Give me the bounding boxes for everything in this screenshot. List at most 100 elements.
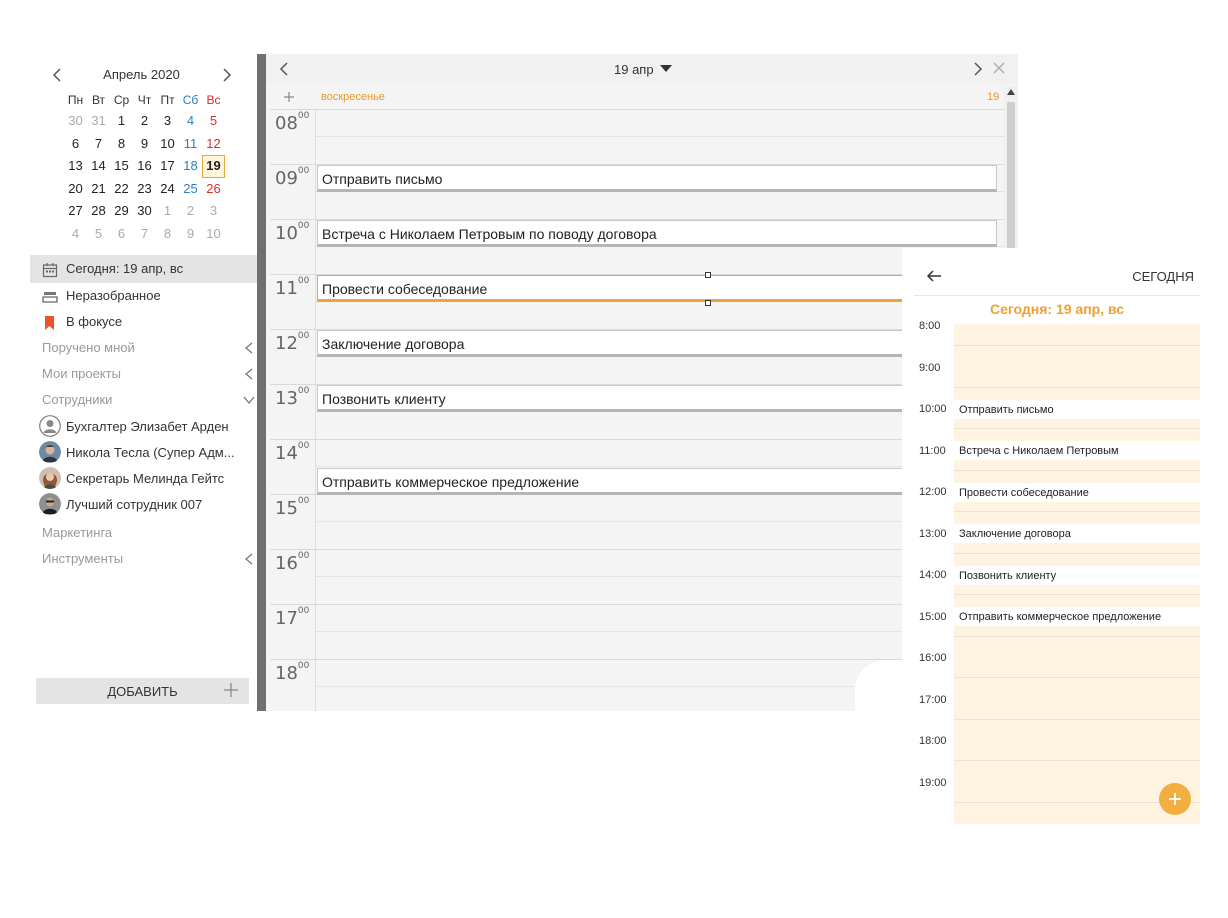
sidebar-item-marketing[interactable]: Маркетинга — [30, 520, 257, 546]
calendar-day[interactable]: 3 — [156, 110, 179, 133]
sidebar-item-employee[interactable]: Никола Тесла (Супер Адм... — [30, 440, 257, 466]
event-card[interactable]: Заключение договора — [317, 330, 997, 357]
event-title: Позвонить клиенту — [959, 569, 1057, 582]
calendar-day[interactable]: 2 — [179, 200, 202, 223]
hour-label: 10:00 — [919, 403, 947, 415]
sidebar-item-inbox[interactable]: Неразобранное — [30, 283, 257, 309]
calendar-day[interactable]: 8 — [110, 133, 133, 156]
calendar-day[interactable]: 24 — [156, 178, 179, 201]
calendar-day[interactable]: 1 — [156, 200, 179, 223]
event-card[interactable]: Отправить коммерческое предложение — [317, 467, 997, 495]
chevron-right-icon[interactable] — [970, 62, 984, 76]
day-view-date[interactable]: 19 апр — [614, 62, 654, 77]
calendar-day[interactable]: 28 — [87, 200, 110, 223]
event-card[interactable]: Заключение договора — [954, 524, 1200, 543]
calendar-day[interactable]: 30 — [133, 200, 156, 223]
hour-label: 0900 — [275, 166, 309, 189]
sidebar-item-focus[interactable]: В фокусе — [30, 309, 257, 335]
arrow-left-icon[interactable] — [926, 268, 942, 284]
calendar-day[interactable]: 7 — [87, 133, 110, 156]
add-fab-button[interactable] — [1159, 783, 1191, 815]
calendar-day[interactable]: 9 — [179, 223, 202, 246]
event-card[interactable]: Позвонить клиенту — [317, 385, 997, 412]
calendar-day[interactable]: 15 — [110, 155, 133, 178]
calendar-day[interactable]: 13 — [64, 155, 87, 178]
calendar-day[interactable]: 29 — [110, 200, 133, 223]
sidebar-item-employee[interactable]: Лучший сотрудник 007 — [30, 492, 257, 518]
calendar-day[interactable]: 5 — [87, 223, 110, 246]
caret-down-icon[interactable] — [660, 65, 672, 73]
hour-value: 17 — [275, 608, 298, 629]
calendar-day[interactable]: 18 — [179, 155, 202, 178]
mini-calendar-title: Апрель 2020 — [103, 67, 180, 82]
calendar-day[interactable]: 10 — [202, 223, 225, 246]
minute-value: 00 — [297, 221, 310, 231]
plus-icon[interactable] — [282, 90, 296, 104]
calendar-day[interactable]: 6 — [64, 133, 87, 156]
panel-divider[interactable] — [257, 54, 266, 711]
chevron-left-icon[interactable] — [243, 367, 255, 381]
calendar-day[interactable]: 31 — [87, 110, 110, 133]
calendar-day[interactable]: 3 — [202, 200, 225, 223]
event-card[interactable]: Отправить коммерческое предложение — [954, 607, 1200, 626]
add-button[interactable]: ДОБАВИТЬ — [36, 678, 249, 704]
chevron-right-icon[interactable] — [220, 66, 234, 84]
event-card[interactable]: Отправить письмо — [954, 399, 1200, 419]
sidebar-item-tools[interactable]: Инструменты — [30, 546, 257, 572]
calendar-day[interactable]: 9 — [133, 133, 156, 156]
event-card[interactable]: Встреча с Николаем Петровым — [954, 441, 1200, 460]
calendar-day[interactable]: 27 — [64, 200, 87, 223]
calendar-day[interactable]: 1 — [110, 110, 133, 133]
calendar-day[interactable]: 7 — [133, 223, 156, 246]
event-card[interactable]: Отправить письмо — [317, 165, 997, 192]
calendar-day[interactable]: 21 — [87, 178, 110, 201]
weekday-header: Пн — [67, 93, 84, 107]
calendar-day[interactable]: 10 — [156, 133, 179, 156]
calendar-day[interactable]: 20 — [64, 178, 87, 201]
resize-handle[interactable] — [705, 272, 711, 278]
event-card[interactable]: Позвонить клиенту — [954, 565, 1200, 585]
event-card[interactable]: Встреча с Николаем Петровым по поводу до… — [317, 220, 997, 247]
calendar-day[interactable]: 11 — [179, 133, 202, 156]
sidebar-item-employees[interactable]: Сотрудники — [30, 387, 257, 413]
calendar-day[interactable]: 14 — [87, 155, 110, 178]
calendar-day[interactable]: 4 — [179, 110, 202, 133]
calendar-day[interactable]: 26 — [202, 178, 225, 201]
sidebar-item-employee[interactable]: Бухгалтер Элизабет Арден — [30, 414, 257, 440]
sidebar-item-employee[interactable]: Секретарь Мелинда Гейтс — [30, 466, 257, 492]
chevron-left-icon[interactable] — [243, 552, 255, 566]
calendar-day[interactable]: 25 — [179, 178, 202, 201]
mobile-header-title: СЕГОДНЯ — [1132, 269, 1194, 284]
event-card[interactable]: Провести собеседование — [954, 482, 1200, 502]
hour-label: 12:00 — [919, 486, 947, 498]
calendar-day[interactable]: 23 — [133, 178, 156, 201]
calendar-day[interactable]: 6 — [110, 223, 133, 246]
calendar-day[interactable]: 16 — [133, 155, 156, 178]
minute-value: 00 — [297, 496, 310, 506]
scroll-up-icon[interactable] — [1007, 89, 1015, 95]
calendar-day[interactable]: 30 — [64, 110, 87, 133]
sidebar-item-assigned[interactable]: Поручено мной — [30, 335, 257, 361]
calendar-day[interactable]: 4 — [64, 223, 87, 246]
chevron-left-icon[interactable] — [243, 341, 255, 355]
calendar-day[interactable]: 22 — [110, 178, 133, 201]
event-title: Провести собеседование — [959, 486, 1089, 499]
hour-gridline — [954, 594, 1200, 595]
resize-handle[interactable] — [705, 300, 711, 306]
event-title: Позвонить клиенту — [322, 391, 446, 407]
time-gutter-divider — [315, 109, 316, 711]
close-icon[interactable] — [993, 62, 1005, 74]
chevron-down-icon[interactable] — [243, 393, 255, 407]
calendar-day[interactable]: 5 — [202, 110, 225, 133]
calendar-day[interactable]: 2 — [133, 110, 156, 133]
calendar-day[interactable]: 17 — [156, 155, 179, 178]
calendar-day[interactable]: 12 — [202, 133, 225, 156]
hour-label: 1600 — [275, 551, 309, 574]
calendar-day[interactable]: 8 — [156, 223, 179, 246]
calendar-day[interactable]: 19 — [202, 155, 225, 178]
chevron-left-icon[interactable] — [50, 66, 64, 84]
sidebar-item-projects[interactable]: Мои проекты — [30, 361, 257, 387]
event-title: Встреча с Николаем Петровым по поводу до… — [322, 226, 657, 242]
sidebar-item-today[interactable]: Сегодня: 19 апр, вс — [30, 255, 257, 283]
chevron-left-icon[interactable] — [278, 62, 292, 76]
